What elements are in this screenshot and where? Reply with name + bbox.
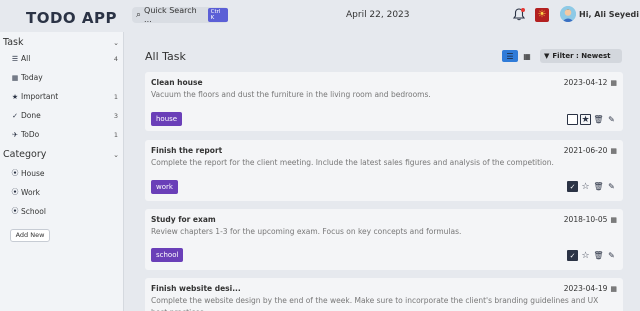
sidebar-item-work[interactable]: ⦿ Work (10, 187, 118, 197)
star-outline-icon[interactable]: ☆ (580, 250, 591, 261)
avatar[interactable] (560, 6, 576, 22)
sidebar-item-label: Work (21, 187, 40, 197)
sidebar-item-label: School (21, 206, 46, 216)
calendar-icon: ▦ (11, 73, 19, 82)
sidebar-item-label: Important (21, 92, 59, 101)
search-icon: ⌕ (136, 10, 142, 20)
chevron-down-icon: ⌄ (113, 39, 119, 47)
star-icon[interactable]: ★ (580, 114, 591, 125)
list-icon: ☰ (11, 54, 19, 63)
sidebar-item-count: 3 (113, 111, 118, 120)
task-card[interactable]: Finish the report 2021-06-20 ▦ Complete … (145, 140, 623, 201)
sidebar-item-label: Today (21, 73, 43, 82)
task-section-label: Task (3, 37, 24, 48)
category-section-header[interactable]: Category ⌄ (3, 149, 119, 160)
task-description: Complete the website design by the end o… (151, 296, 599, 311)
quick-search[interactable]: ⌕ Quick Search ... Ctrl K (132, 6, 228, 24)
task-date-text: 2023-04-19 (563, 284, 608, 293)
task-card[interactable]: Finish website desi... 2023-04-19 ▦ Comp… (145, 278, 623, 311)
sidebar-item-today[interactable]: ▦ Today (10, 73, 118, 82)
task-actions: ★ 🗑 ✎ (567, 114, 617, 125)
trash-icon[interactable]: 🗑 (593, 250, 604, 261)
sidebar-item-label: House (21, 168, 45, 178)
task-description: Complete the report for the client meeti… (151, 158, 554, 167)
task-card[interactable]: Clean house 2023-04-12 ▦ Vacuum the floo… (145, 72, 623, 131)
task-date: 2023-04-12 ▦ (564, 78, 617, 87)
task-actions: ✓ ☆ 🗑 ✎ (567, 181, 617, 192)
task-date: 2023-04-19 ▦ (564, 284, 617, 293)
sidebar-item-important[interactable]: ★ Important 1 (10, 92, 118, 101)
theme-toggle-sun-icon[interactable]: ☀ (535, 8, 549, 22)
circle-icon: ⦿ (11, 169, 19, 177)
circle-icon: ⦿ (11, 188, 19, 196)
sidebar-item-todo[interactable]: ✈ ToDo 1 (10, 130, 118, 139)
task-date: 2021-06-20 ▦ (564, 146, 617, 155)
filter-label: Filter : Newest (552, 52, 611, 60)
task-card[interactable]: Study for exam 2018-10-05 ▦ Review chapt… (145, 209, 623, 270)
page-title: All Task (145, 50, 186, 63)
top-bar: TODO APP ⌕ Quick Search ... Ctrl K April… (0, 0, 640, 32)
sidebar-item-house[interactable]: ⦿ House (10, 168, 118, 178)
notification-dot (521, 8, 525, 12)
check-double-icon: ✓ (12, 111, 18, 120)
add-new-button[interactable]: Add New (10, 229, 50, 242)
task-tag[interactable]: work (151, 180, 178, 194)
done-checkbox[interactable]: ✓ (567, 181, 578, 192)
edit-icon[interactable]: ✎ (606, 114, 617, 125)
done-checkbox[interactable] (567, 114, 578, 125)
filter-icon: ▼ (544, 52, 550, 60)
calendar-icon: ▦ (610, 284, 617, 293)
edit-icon[interactable]: ✎ (606, 181, 617, 192)
current-date: April 22, 2023 (346, 10, 410, 20)
calendar-icon: ▦ (610, 215, 617, 224)
task-actions: ✓ ☆ 🗑 ✎ (567, 250, 617, 261)
search-label: Quick Search ... (144, 6, 197, 24)
circle-icon: ⦿ (11, 207, 19, 215)
task-title: Clean house (151, 78, 203, 87)
task-description: Review chapters 1-3 for the upcoming exa… (151, 227, 462, 236)
chevron-down-icon: ⌄ (113, 151, 119, 159)
sidebar-item-label: ToDo (21, 130, 40, 139)
list-view-icon[interactable]: ☰ (502, 50, 518, 62)
trash-icon[interactable]: 🗑 (593, 181, 604, 192)
task-tag[interactable]: school (151, 248, 184, 262)
star-outline-icon[interactable]: ☆ (580, 181, 591, 192)
user-greeting: Hi, Ali Seyedi (579, 10, 640, 19)
filter-button[interactable]: ▼ Filter : Newest (540, 49, 622, 63)
sidebar-item-count: 1 (113, 130, 118, 139)
sidebar-item-label: All (21, 54, 31, 63)
plane-icon: ✈ (12, 130, 18, 139)
task-tag[interactable]: house (151, 112, 183, 126)
trash-icon[interactable]: 🗑 (593, 114, 604, 125)
task-date-text: 2021-06-20 (563, 146, 608, 155)
sidebar-item-school[interactable]: ⦿ School (10, 206, 118, 216)
task-title: Finish website desi... (151, 284, 241, 293)
sidebar-item-count: 4 (113, 54, 118, 63)
task-date: 2018-10-05 ▦ (564, 215, 617, 224)
category-section-label: Category (3, 149, 47, 160)
app-logo: TODO APP (26, 9, 118, 27)
sidebar-item-done[interactable]: ✓ Done 3 (10, 111, 118, 120)
calendar-icon: ▦ (610, 146, 617, 155)
sidebar-item-count: 1 (113, 92, 118, 101)
sidebar-item-all[interactable]: ☰ All 4 (10, 54, 118, 63)
calendar-icon: ▦ (610, 78, 617, 87)
search-shortcut: Ctrl K (207, 8, 228, 22)
done-checkbox[interactable]: ✓ (567, 250, 578, 261)
task-title: Finish the report (151, 146, 223, 155)
task-date-text: 2018-10-05 (563, 215, 608, 224)
task-section-header[interactable]: Task ⌄ (3, 37, 119, 48)
task-description: Vacuum the floors and dust the furniture… (151, 90, 431, 99)
sidebar: Task ⌄ ☰ All 4 ▦ Today ★ Important 1 ✓ D… (0, 32, 124, 311)
edit-icon[interactable]: ✎ (606, 250, 617, 261)
task-date-text: 2023-04-12 (563, 78, 608, 87)
star-icon: ★ (11, 92, 19, 101)
sidebar-item-label: Done (21, 111, 41, 120)
task-title: Study for exam (151, 215, 216, 224)
grid-view-icon[interactable]: ▦ (521, 50, 533, 62)
